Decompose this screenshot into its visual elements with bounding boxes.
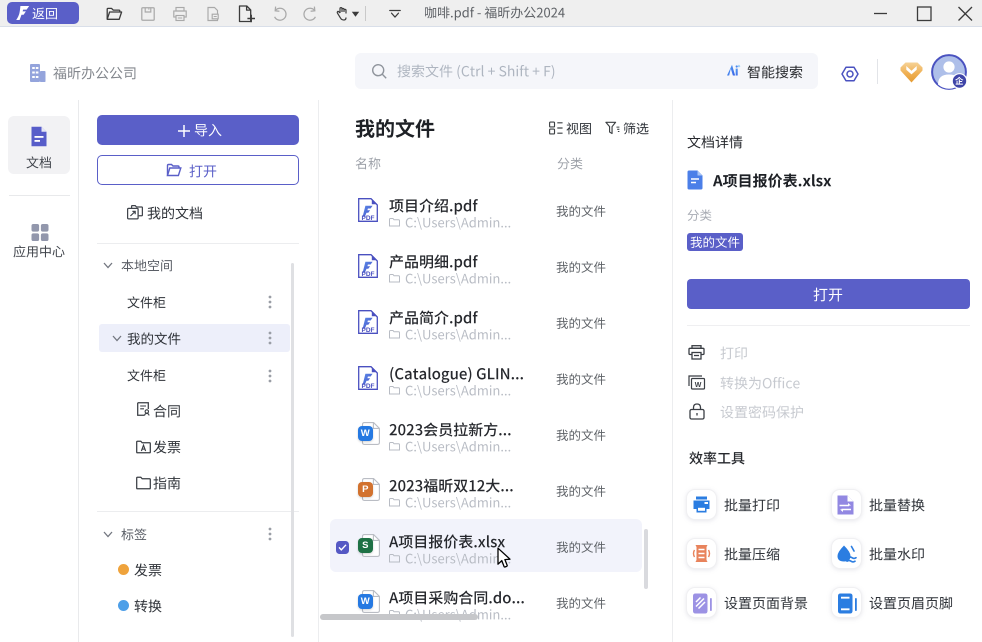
svg-text:PDF: PDF	[362, 383, 375, 390]
svg-text:PDF: PDF	[362, 327, 375, 334]
svg-text:PDF: PDF	[362, 271, 375, 278]
svg-text:PDF: PDF	[362, 215, 375, 222]
svg-text:W: W	[695, 382, 702, 389]
